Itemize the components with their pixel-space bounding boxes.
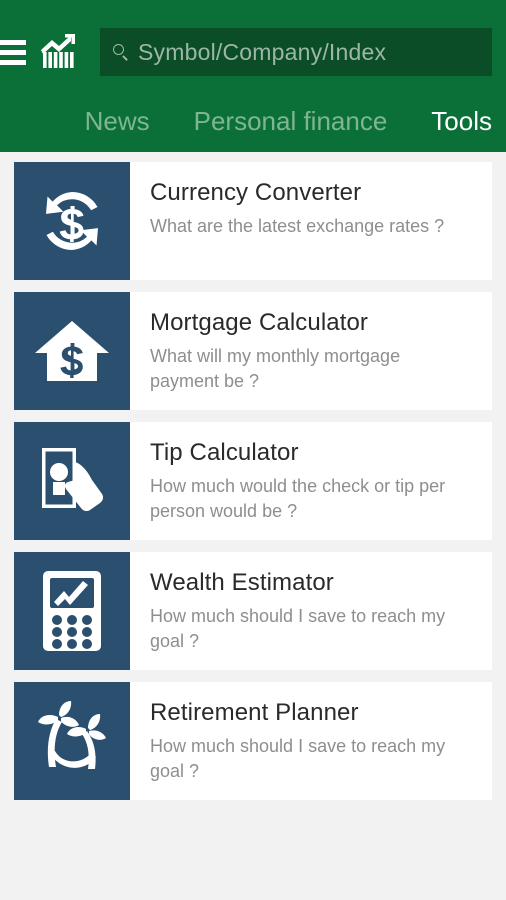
msn-money-app-screen: Symbol/Company/Index News Personal finan… bbox=[0, 0, 506, 900]
hand-banknote-icon bbox=[14, 422, 130, 540]
tool-title: Mortgage Calculator bbox=[150, 309, 369, 336]
hamburger-menu-icon[interactable] bbox=[0, 30, 34, 74]
calculator-chart-icon bbox=[14, 552, 130, 670]
house-dollar-icon bbox=[14, 292, 130, 410]
tool-description: How much should I save to reach my goal … bbox=[150, 736, 446, 781]
currency-exchange-icon bbox=[14, 162, 130, 280]
tool-title: Currency Converter bbox=[150, 179, 362, 206]
tool-card-mortgage-calculator[interactable]: Mortgage Calculator What will my monthly… bbox=[14, 292, 492, 410]
tool-text-block: Tip Calculator How much would the check … bbox=[130, 422, 492, 540]
tool-title: Tip Calculator bbox=[150, 439, 299, 466]
search-icon bbox=[112, 43, 130, 61]
header-top-row: Symbol/Company/Index bbox=[0, 0, 506, 104]
tool-card-tip-calculator[interactable]: Tip Calculator How much would the check … bbox=[14, 422, 492, 540]
hamburger-bar bbox=[0, 49, 26, 55]
tool-description: What are the latest exchange rates ? bbox=[150, 216, 445, 236]
tab-news[interactable]: News bbox=[85, 104, 150, 138]
tool-card-currency-converter[interactable]: Currency Converter What are the latest e… bbox=[14, 162, 492, 280]
search-input[interactable]: Symbol/Company/Index bbox=[100, 28, 492, 76]
hammock-palm-trees-icon bbox=[14, 682, 130, 800]
tool-title: Retirement Planner bbox=[150, 699, 359, 726]
tool-text-block: Currency Converter What are the latest e… bbox=[130, 162, 492, 280]
hamburger-bar bbox=[0, 59, 26, 65]
tool-text-block: Retirement Planner How much should I sav… bbox=[130, 682, 492, 800]
app-header: Symbol/Company/Index News Personal finan… bbox=[0, 0, 506, 152]
tab-bar: News Personal finance Tools bbox=[0, 104, 506, 152]
tool-text-block: Mortgage Calculator What will my monthly… bbox=[130, 292, 492, 410]
tab-personal-finance[interactable]: Personal finance bbox=[194, 104, 388, 138]
tool-card-retirement-planner[interactable]: Retirement Planner How much should I sav… bbox=[14, 682, 492, 800]
tool-title: Wealth Estimator bbox=[150, 569, 334, 596]
tool-description: How much should I save to reach my goal … bbox=[150, 606, 446, 651]
search-placeholder-text: Symbol/Company/Index bbox=[138, 38, 387, 65]
tool-description: What will my monthly mortgage payment be… bbox=[150, 346, 401, 391]
tools-list: Currency Converter What are the latest e… bbox=[0, 152, 506, 800]
tool-card-wealth-estimator[interactable]: Wealth Estimator How much should I save … bbox=[14, 552, 492, 670]
tab-tools[interactable]: Tools bbox=[431, 104, 492, 138]
tool-description: How much would the check or tip per pers… bbox=[150, 476, 446, 521]
tool-text-block: Wealth Estimator How much should I save … bbox=[130, 552, 492, 670]
bar-chart-trend-up-logo-icon[interactable] bbox=[40, 32, 78, 72]
hamburger-bar bbox=[0, 39, 26, 45]
